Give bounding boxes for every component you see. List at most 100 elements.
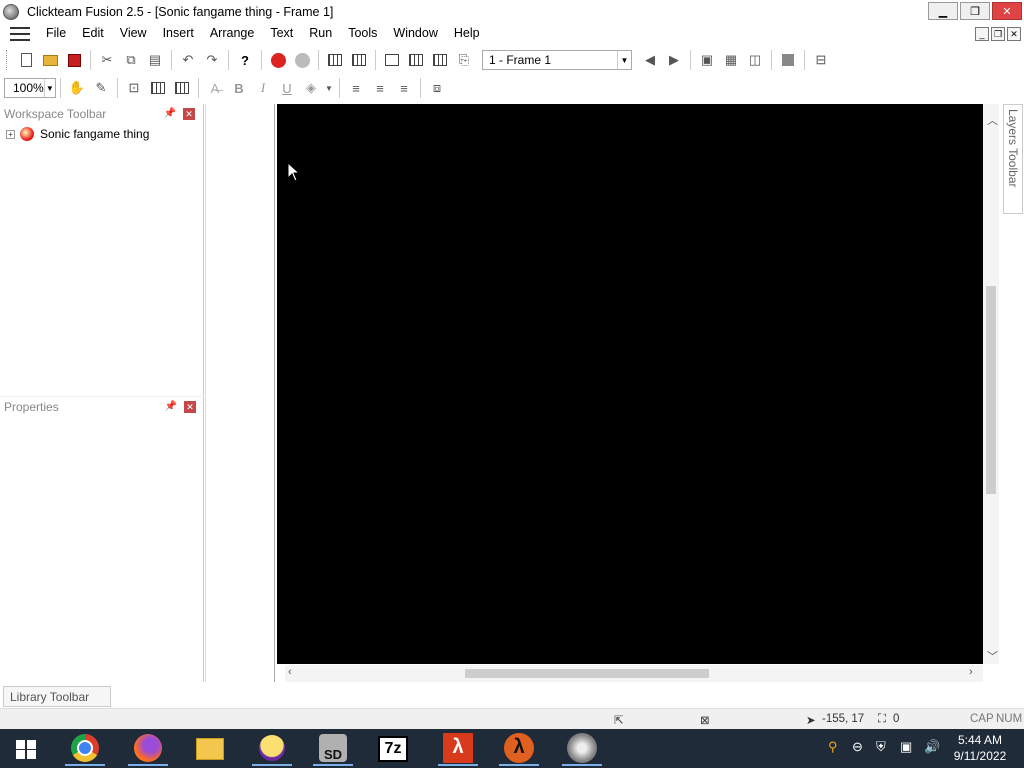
expand-icon[interactable]: + <box>6 129 15 139</box>
list-editor-icon[interactable] <box>429 49 451 71</box>
menu-tools[interactable]: Tools <box>340 23 385 44</box>
menu-help[interactable]: Help <box>446 23 488 44</box>
library-tab[interactable]: Library Toolbar <box>3 686 111 707</box>
storyboard-icon[interactable] <box>324 49 346 71</box>
menu-run[interactable]: Run <box>301 23 340 44</box>
grid-icon[interactable] <box>147 77 169 99</box>
menu-edit[interactable]: Edit <box>74 23 112 44</box>
close-button[interactable]: ✕ <box>992 2 1022 20</box>
mdi-minimize-button[interactable]: _ <box>975 27 989 41</box>
minus-icon[interactable]: ⊖ <box>852 739 863 755</box>
toolbar-grip[interactable] <box>6 50 10 70</box>
scroll-left-icon[interactable]: ‹ <box>288 666 292 678</box>
data-elements-icon[interactable]: ⎘ <box>453 49 475 71</box>
zoom-select[interactable]: 100% ▼ <box>4 78 56 98</box>
close-icon[interactable]: ✕ <box>183 108 195 120</box>
menu-arrange[interactable]: Arrange <box>202 23 262 44</box>
save-icon[interactable] <box>63 49 85 71</box>
volume-icon[interactable]: 🔊 <box>924 739 940 755</box>
grid-setup-icon[interactable] <box>171 77 193 99</box>
system-menu-icon[interactable] <box>10 26 30 41</box>
cut-icon[interactable]: ✂ <box>96 49 118 71</box>
windows-start-icon[interactable] <box>16 740 36 759</box>
app-icon[interactable] <box>3 3 19 20</box>
frame-select-value: 1 - Frame 1 <box>489 53 552 67</box>
bold-icon[interactable]: B <box>228 77 250 99</box>
frame-select[interactable]: 1 - Frame 1 ▼ <box>482 50 632 70</box>
stop-icon[interactable] <box>777 49 799 71</box>
pin-icon[interactable]: 📌 <box>165 401 177 412</box>
align-center-icon[interactable]: ≡ <box>369 77 391 99</box>
forward-icon[interactable] <box>291 49 313 71</box>
frame-editor-icon[interactable] <box>381 49 403 71</box>
event-list-icon[interactable] <box>348 49 370 71</box>
application-properties-icon[interactable]: ▣ <box>696 49 718 71</box>
horizontal-scrollbar[interactable]: ‹ › <box>285 665 983 682</box>
search-icon[interactable]: ⚲ <box>828 739 838 755</box>
minimize-button[interactable]: ▁ <box>928 2 958 20</box>
chrome-icon[interactable] <box>65 731 105 766</box>
tree-item-project[interactable]: + Sonic fangame thing <box>0 124 203 144</box>
mdi-restore-button[interactable]: ❐ <box>991 27 1005 41</box>
mdi-close-button[interactable]: ✕ <box>1007 27 1021 41</box>
scroll-down-icon[interactable]: ﹀ <box>987 648 998 664</box>
firefox-icon[interactable] <box>128 731 168 766</box>
scroll-right-icon[interactable]: › <box>969 666 973 678</box>
sd-icon[interactable]: SD <box>313 731 353 766</box>
pin-icon[interactable]: 📌 <box>164 108 176 119</box>
undo-icon[interactable]: ↶ <box>177 49 199 71</box>
menu-view[interactable]: View <box>112 23 155 44</box>
vertical-scrollbar[interactable]: ︿ ﹀ <box>983 104 999 664</box>
frame-canvas[interactable] <box>277 104 983 664</box>
half-life-icon[interactable]: λ <box>438 731 478 766</box>
next-frame-icon[interactable]: ▶ <box>663 49 685 71</box>
vertical-scroll-thumb[interactable] <box>986 286 996 494</box>
file-explorer-icon[interactable] <box>190 731 230 766</box>
brush-icon[interactable]: ✎ <box>90 77 112 99</box>
align-right-icon[interactable]: ≡ <box>393 77 415 99</box>
build-icon[interactable]: ⊟ <box>810 49 832 71</box>
close-icon[interactable]: ✕ <box>184 401 196 413</box>
font-icon[interactable]: A̶ <box>204 77 226 99</box>
scroll-up-icon[interactable]: ︿ <box>987 112 998 128</box>
menu-window[interactable]: Window <box>385 23 445 44</box>
restore-button[interactable]: ❐ <box>960 2 990 20</box>
paste-icon[interactable]: ▤ <box>144 49 166 71</box>
italic-icon[interactable]: I <box>252 77 274 99</box>
horizontal-scroll-thumb[interactable] <box>465 669 709 678</box>
workspace-header: Workspace Toolbar 📌 ✕ <box>0 104 203 124</box>
frame-properties-icon[interactable]: ▦ <box>720 49 742 71</box>
properties-header: Properties 📌 ✕ <box>0 397 204 417</box>
half-life-2-icon[interactable]: λ <box>499 731 539 766</box>
zoom-icon[interactable]: ⊡ <box>123 77 145 99</box>
open-icon[interactable] <box>39 49 61 71</box>
align-left-icon[interactable]: ≡ <box>345 77 367 99</box>
yahoo-icon[interactable] <box>252 731 292 766</box>
fill-color-icon[interactable]: ◈ <box>300 77 322 99</box>
menu-file[interactable]: File <box>38 23 74 44</box>
object-properties-icon[interactable]: ◫ <box>744 49 766 71</box>
hand-icon[interactable]: ✋ <box>66 77 88 99</box>
chevron-down-icon[interactable]: ▼ <box>324 77 334 99</box>
fit-window-icon[interactable]: ⧈ <box>426 77 448 99</box>
network-icon[interactable]: ▣ <box>900 739 912 755</box>
help-icon[interactable]: ? <box>234 49 256 71</box>
num-indicator: NUM <box>996 713 1023 725</box>
chevron-down-icon[interactable]: ▼ <box>617 51 631 69</box>
event-editor-icon[interactable] <box>405 49 427 71</box>
menu-insert[interactable]: Insert <box>155 23 202 44</box>
clickteam-icon[interactable] <box>562 731 602 766</box>
clock[interactable]: 5:44 AM 9/11/2022 <box>940 732 1020 764</box>
7zip-icon[interactable]: 7z <box>373 731 413 766</box>
underline-icon[interactable]: U <box>276 77 298 99</box>
layers-toolbar-tab[interactable]: Layers Toolbar <box>1003 104 1023 214</box>
title-bar: Clickteam Fusion 2.5 - [Sonic fangame th… <box>0 0 1024 23</box>
new-file-icon[interactable] <box>15 49 37 71</box>
copy-icon[interactable]: ⧉ <box>120 49 142 71</box>
back-icon[interactable] <box>267 49 289 71</box>
security-icon[interactable]: ⛨ <box>876 739 886 755</box>
redo-icon[interactable]: ↷ <box>201 49 223 71</box>
chevron-down-icon[interactable]: ▼ <box>43 79 55 97</box>
prev-frame-icon[interactable]: ◀ <box>639 49 661 71</box>
menu-text[interactable]: Text <box>262 23 301 44</box>
